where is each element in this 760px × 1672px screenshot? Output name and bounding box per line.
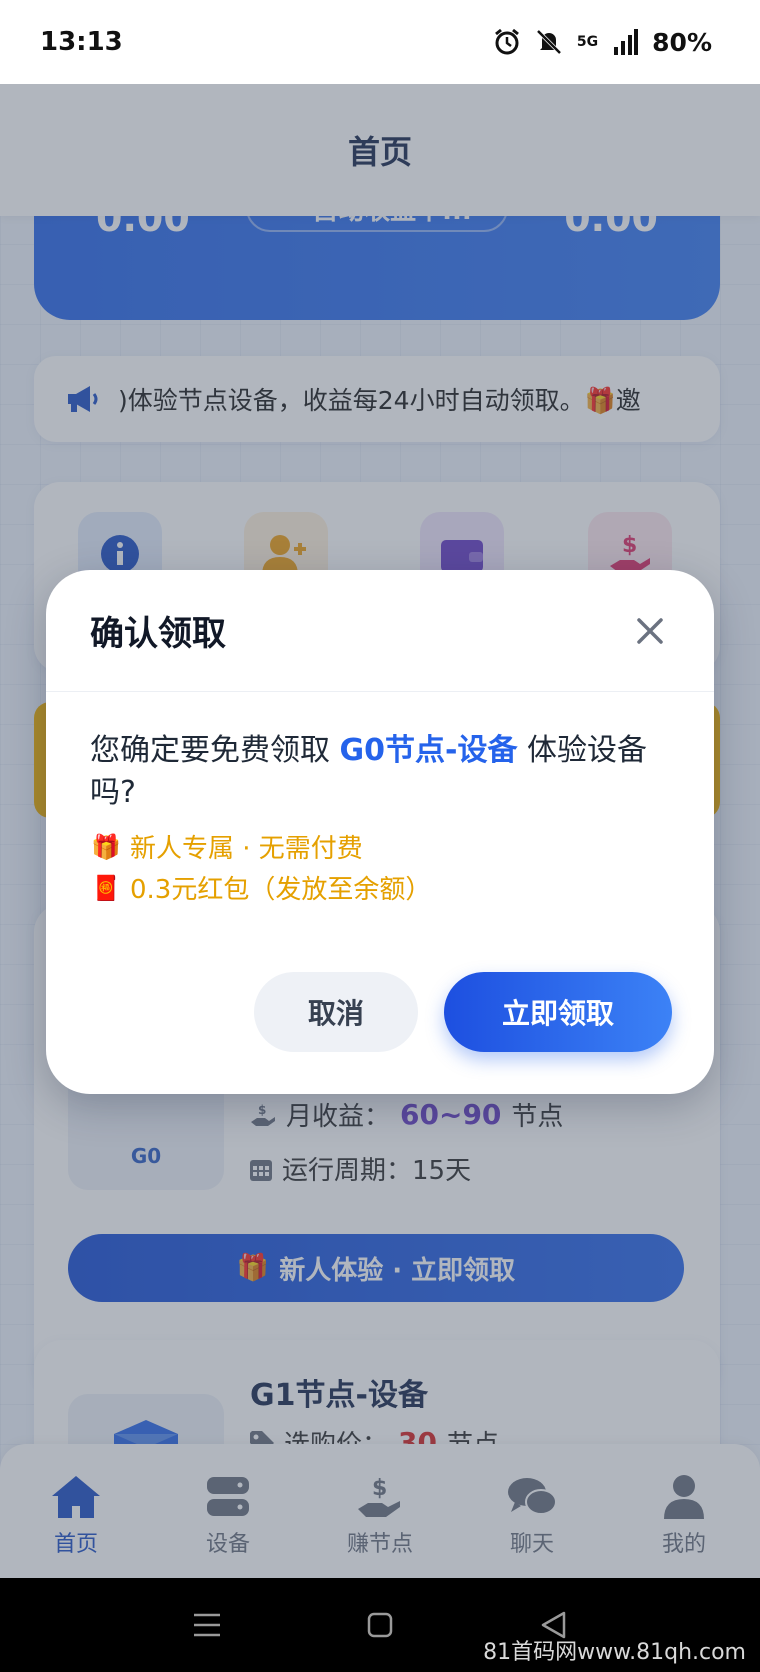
status-bar: 13:13 5G 80%	[0, 0, 760, 84]
status-time: 13:13	[40, 27, 123, 57]
dialog-actions: 取消 立即领取	[46, 972, 714, 1052]
perk-new-user-text: 新人专属 · 无需付费	[130, 834, 363, 864]
mute-bell-icon	[536, 29, 562, 55]
perk-new-user: 🎁 新人专属 · 无需付费	[90, 828, 670, 865]
battery-level: 80%	[652, 27, 712, 57]
signal-icon	[614, 29, 639, 55]
close-icon	[637, 617, 663, 644]
dialog-header: 确认领取	[46, 570, 714, 692]
menu-icon	[193, 1613, 220, 1637]
device-name: G0节点-设备	[339, 733, 518, 768]
dialog-title: 确认领取	[90, 614, 226, 654]
perk-red-packet: 🧧 0.3元红包（发放至余额）	[90, 869, 670, 906]
gift-icon: 🎁	[91, 832, 121, 861]
perk-red-packet-text: 0.3元红包（发放至余额）	[130, 875, 432, 905]
cancel-button[interactable]: 取消	[254, 972, 418, 1052]
dialog-body: 您确定要免费领取 G0节点-设备 体验设备吗? 🎁 新人专属 · 无需付费 🧧 …	[46, 692, 714, 906]
confirm-claim-dialog: 确认领取 您确定要免费领取 G0节点-设备 体验设备吗? 🎁 新人专属 · 无需…	[46, 570, 714, 1094]
network-type: 5G	[576, 34, 599, 50]
alarm-icon	[494, 28, 519, 55]
recent-apps-button[interactable]	[177, 1595, 237, 1655]
square-icon	[367, 1612, 393, 1638]
system-nav-bar: 81首码网www.81qh.com	[0, 1578, 760, 1672]
home-button[interactable]	[350, 1595, 410, 1655]
red-envelope-icon: 🧧	[91, 873, 121, 902]
status-icons: 5G 80%	[493, 28, 712, 57]
watermark: 81首码网www.81qh.com	[483, 1640, 746, 1665]
close-button[interactable]	[630, 611, 670, 651]
dialog-question: 您确定要免费领取 G0节点-设备 体验设备吗?	[90, 730, 670, 814]
confirm-claim-button[interactable]: 立即领取	[444, 972, 672, 1052]
question-prefix: 您确定要免费领取	[90, 733, 340, 768]
